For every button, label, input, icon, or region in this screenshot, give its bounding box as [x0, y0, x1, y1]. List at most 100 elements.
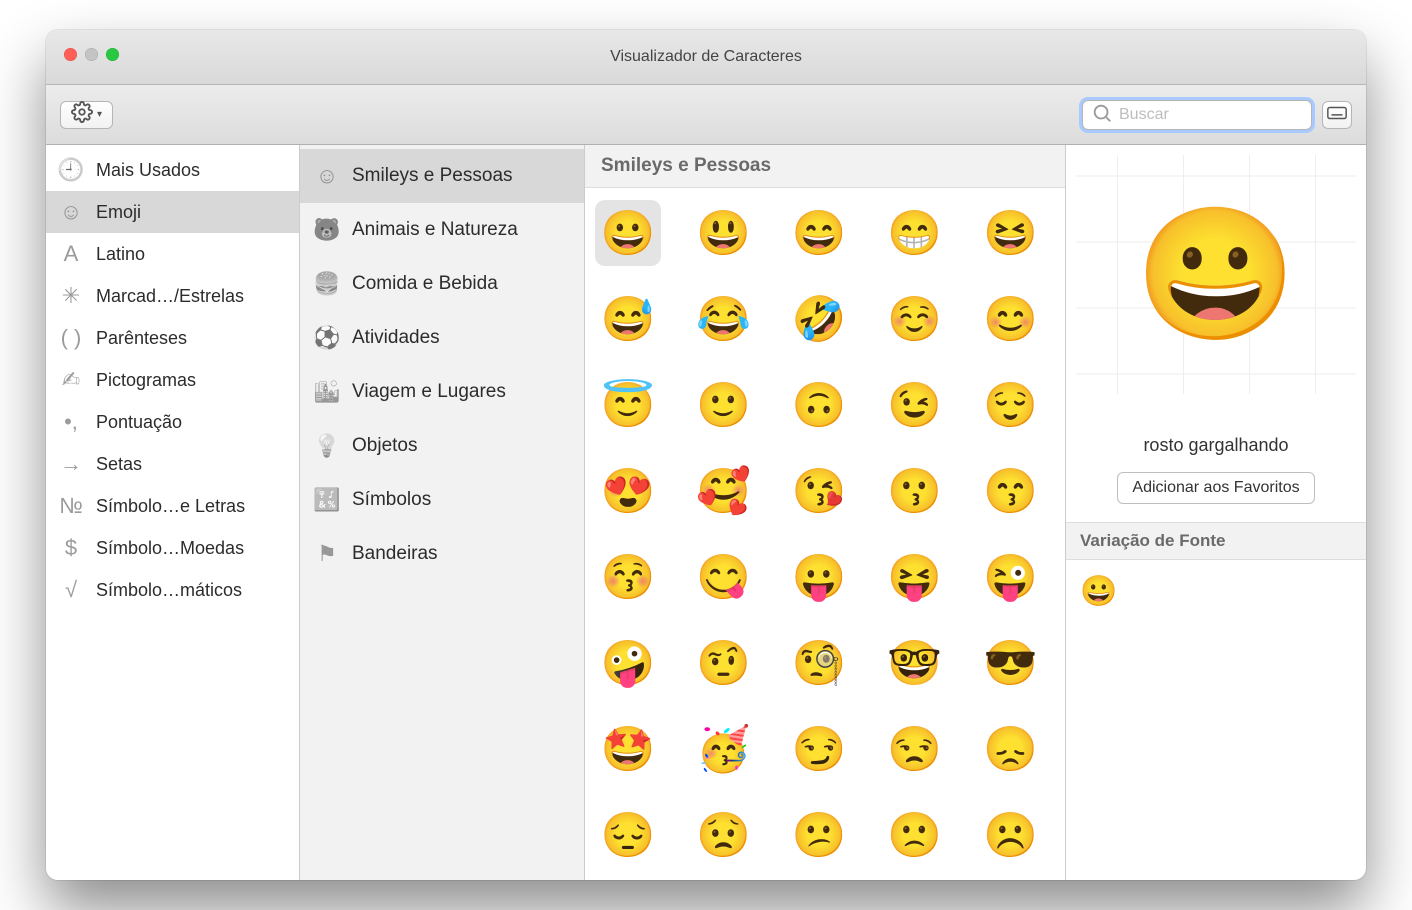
- emoji-cell[interactable]: 😛: [786, 544, 852, 610]
- category-item[interactable]: √ Símbolo…máticos: [46, 569, 299, 611]
- category-item[interactable]: ✳︎ Marcad…/Estrelas: [46, 275, 299, 317]
- preview-character: 😀: [1135, 198, 1297, 351]
- writing-icon: ✍︎: [58, 367, 84, 393]
- window-title: Visualizador de Caracteres: [46, 48, 1366, 66]
- font-variants[interactable]: 😀: [1066, 560, 1366, 623]
- asterisk-icon: ✳︎: [58, 283, 84, 309]
- sqrt-icon: √: [58, 577, 84, 603]
- category-item-label: Latino: [96, 244, 145, 265]
- emoji-cell[interactable]: 😝: [882, 544, 948, 610]
- category-item-label: Marcad…/Estrelas: [96, 286, 244, 307]
- character-viewer-window: Visualizador de Caracteres ▾ 🕘Mais Usado…: [46, 30, 1366, 880]
- subcategory-item[interactable]: ☺Smileys e Pessoas: [300, 149, 584, 203]
- subcategory-item[interactable]: ⚑ Bandeiras: [300, 527, 584, 581]
- emoji-cell[interactable]: 🥰: [691, 458, 757, 524]
- emoji-cell[interactable]: 🙁: [882, 802, 948, 868]
- emoji-cell[interactable]: 😍: [595, 458, 661, 524]
- category-item[interactable]: ☺Emoji: [46, 191, 299, 233]
- subcategory-item-label: Bandeiras: [352, 543, 438, 565]
- chevron-down-icon: ▾: [97, 109, 102, 120]
- emoji-cell[interactable]: 😀: [595, 200, 661, 266]
- emoji-cell[interactable]: 🧐: [786, 630, 852, 696]
- emoji-cell[interactable]: ☹️: [977, 802, 1043, 868]
- emoji-cell[interactable]: 😙: [977, 458, 1043, 524]
- category-item[interactable]: 🕘Mais Usados: [46, 149, 299, 191]
- category-item[interactable]: №Símbolo…e Letras: [46, 485, 299, 527]
- emoji-cell[interactable]: 🙃: [786, 372, 852, 438]
- emoji-cell[interactable]: 😌: [977, 372, 1043, 438]
- search-input[interactable]: [1119, 106, 1326, 124]
- emoji-cell[interactable]: 😗: [882, 458, 948, 524]
- subcategory-item[interactable]: 🏙Viagem e Lugares: [300, 365, 584, 419]
- emoji-cell[interactable]: 😞: [977, 716, 1043, 782]
- emoji-cell[interactable]: 😏: [786, 716, 852, 782]
- grid-body[interactable]: 😀 😃 😄 😁 😆 😅 😂 🤣 ☺️ 😊 😇 🙂 🙃 😉 😌 😍 🥰 😘 😗 😙 😚 😋 😛 😝 😜 🤪 🤨 🧐 🤓 😎 🤩 🥳 😏 😒 😞 😔 😟 😕 🙁…: [585, 188, 1065, 880]
- emoji-cell[interactable]: 🤩: [595, 716, 661, 782]
- subcategory-item[interactable]: 🍔Comida e Bebida: [300, 257, 584, 311]
- emoji-cell[interactable]: 🤨: [691, 630, 757, 696]
- emoji-cell[interactable]: 🥳: [691, 716, 757, 782]
- search-icon: [1091, 102, 1113, 128]
- settings-button[interactable]: ▾: [60, 101, 113, 129]
- subcategory-item[interactable]: 🔣Símbolos: [300, 473, 584, 527]
- subcategory-item[interactable]: 💡Objetos: [300, 419, 584, 473]
- emoji-cell[interactable]: 😋: [691, 544, 757, 610]
- emoji-cell[interactable]: 🤓: [882, 630, 948, 696]
- traffic-lights: [64, 48, 119, 61]
- titlebar: Visualizador de Caracteres: [46, 30, 1366, 85]
- compact-view-button[interactable]: [1322, 101, 1352, 129]
- character-grid-column: Smileys e Pessoas 😀 😃 😄 😁 😆 😅 😂 🤣 ☺️ 😊 😇 🙂 🙃 😉 😌 😍 🥰 😘 😗 😙 😚…: [585, 145, 1066, 880]
- emoji-cell[interactable]: 😊: [977, 286, 1043, 352]
- flag-icon: ⚑: [314, 541, 340, 567]
- preview-panel: 😀 rosto gargalhando Adicionar aos Favori…: [1066, 145, 1366, 880]
- punct-icon: •,: [58, 409, 84, 435]
- numero-icon: №: [58, 493, 84, 519]
- emoji-cell[interactable]: 😄: [786, 200, 852, 266]
- emoji-cell[interactable]: 😂: [691, 286, 757, 352]
- search-field[interactable]: [1082, 100, 1312, 130]
- emoji-cell[interactable]: 😚: [595, 544, 661, 610]
- emoji-cell[interactable]: 🙂: [691, 372, 757, 438]
- emoji-cell[interactable]: 😒: [882, 716, 948, 782]
- grid-header: Smileys e Pessoas: [585, 145, 1065, 188]
- subcategory-item[interactable]: ⚽Atividades: [300, 311, 584, 365]
- category-item-label: Pictogramas: [96, 370, 196, 391]
- keyboard-icon: [1326, 102, 1348, 127]
- emoji-cell[interactable]: 😁: [882, 200, 948, 266]
- emoji-cell[interactable]: ☺️: [882, 286, 948, 352]
- category-item-label: Símbolo…máticos: [96, 580, 242, 601]
- emoji-cell[interactable]: 😘: [786, 458, 852, 524]
- emoji-cell[interactable]: 😉: [882, 372, 948, 438]
- category-item[interactable]: →Setas: [46, 443, 299, 485]
- preview-area: 😀: [1066, 145, 1366, 405]
- emoji-cell[interactable]: 🤣: [786, 286, 852, 352]
- subcategory-item[interactable]: 🐻Animais e Natureza: [300, 203, 584, 257]
- category-item-label: Símbolo…Moedas: [96, 538, 244, 559]
- emoji-cell[interactable]: 🤪: [595, 630, 661, 696]
- close-icon[interactable]: [64, 48, 77, 61]
- emoji-cell[interactable]: 😃: [691, 200, 757, 266]
- zoom-icon[interactable]: [106, 48, 119, 61]
- category-item[interactable]: $Símbolo…Moedas: [46, 527, 299, 569]
- category-item-label: Setas: [96, 454, 142, 475]
- emoji-cell[interactable]: 😆: [977, 200, 1043, 266]
- category-item[interactable]: •,Pontuação: [46, 401, 299, 443]
- emoji-cell[interactable]: 😜: [977, 544, 1043, 610]
- character-name: rosto gargalhando: [1066, 435, 1366, 456]
- category-item[interactable]: ALatino: [46, 233, 299, 275]
- emoji-cell[interactable]: 😔: [595, 802, 661, 868]
- travel-icon: 🏙: [314, 379, 340, 405]
- emoji-cell[interactable]: 😇: [595, 372, 661, 438]
- subcategory-sidebar[interactable]: ☺Smileys e Pessoas🐻Animais e Natureza🍔Co…: [300, 145, 585, 880]
- paren-icon: ( ): [58, 325, 84, 351]
- minimize-icon[interactable]: [85, 48, 98, 61]
- add-favorite-button[interactable]: Adicionar aos Favoritos: [1117, 472, 1314, 504]
- font-variant-item[interactable]: 😀: [1080, 575, 1117, 608]
- category-item[interactable]: ✍︎ Pictogramas: [46, 359, 299, 401]
- emoji-cell[interactable]: 😎: [977, 630, 1043, 696]
- category-item[interactable]: ( )Parênteses: [46, 317, 299, 359]
- emoji-cell[interactable]: 😕: [786, 802, 852, 868]
- emoji-cell[interactable]: 😟: [691, 802, 757, 868]
- category-sidebar[interactable]: 🕘Mais Usados☺EmojiALatino ✳︎ Marcad…/Estre…: [46, 145, 300, 880]
- emoji-cell[interactable]: 😅: [595, 286, 661, 352]
